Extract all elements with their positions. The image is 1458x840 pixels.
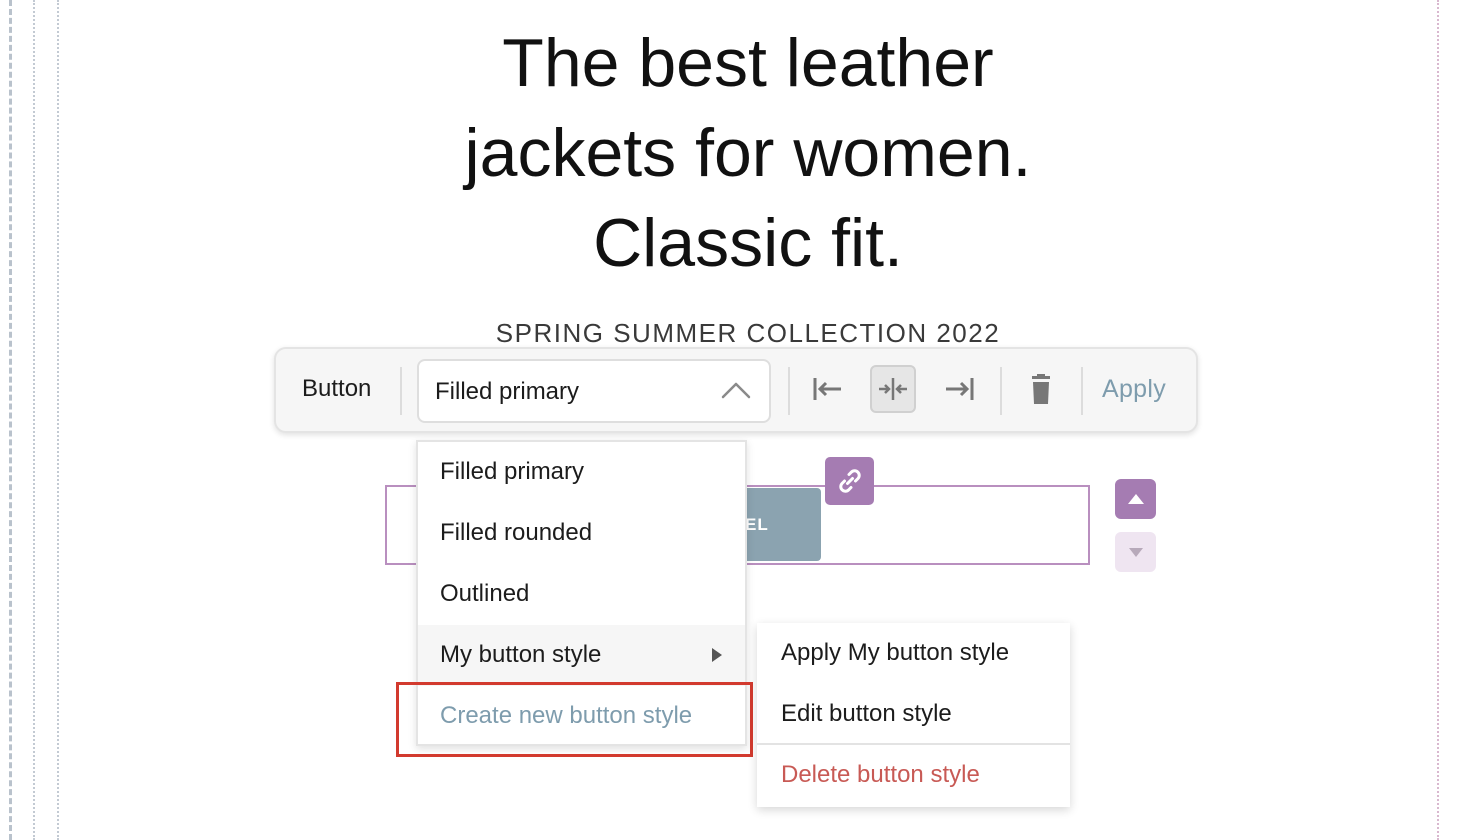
layout-guide-left-inner: [57, 0, 59, 840]
toolbar-element-label: Button: [302, 375, 372, 402]
toolbar-divider: [400, 367, 402, 415]
headline-line-1: The best leather: [502, 25, 994, 101]
button-style-select-value: Filled primary: [435, 378, 580, 405]
menu-item-outlined[interactable]: Outlined: [418, 564, 745, 625]
triangle-up-icon: [1127, 494, 1144, 504]
my-button-style-submenu: Apply My button style Edit button style …: [757, 623, 1070, 807]
align-center-icon: [879, 378, 907, 400]
menu-item-label: Outlined: [440, 580, 530, 607]
submenu-item-edit[interactable]: Edit button style: [757, 684, 1070, 745]
headline-line-2: jackets for women.: [464, 115, 1032, 191]
move-down-button[interactable]: [1115, 532, 1156, 572]
triangle-down-icon: [1128, 547, 1143, 557]
submenu-arrow-icon: [712, 648, 722, 662]
align-center-button[interactable]: [870, 365, 916, 413]
layout-guide-left-middle: [33, 0, 35, 840]
align-left-button[interactable]: [805, 365, 851, 413]
align-right-button[interactable]: [936, 365, 982, 413]
collection-subhead: SPRING SUMMER COLLECTION 2022: [495, 318, 1001, 348]
apply-button[interactable]: Apply: [1102, 375, 1166, 404]
submenu-item-label: Edit button style: [781, 700, 952, 727]
align-left-icon: [813, 378, 841, 400]
link-button[interactable]: [825, 457, 874, 505]
trash-icon: [1032, 374, 1050, 404]
hero-headline: The best leather jackets for women. Clas…: [300, 18, 1196, 288]
layout-guide-left-outer: [9, 0, 12, 840]
toolbar-divider: [1081, 367, 1083, 415]
align-right-icon: [946, 378, 974, 400]
submenu-item-label: Apply My button style: [781, 639, 1010, 666]
link-icon: [838, 469, 861, 493]
toolbar-divider: [1000, 367, 1002, 415]
headline-line-3: Classic fit.: [593, 205, 903, 281]
button-toolbar: Button Filled primary Apply: [274, 347, 1198, 433]
submenu-item-label: Delete button style: [781, 761, 980, 788]
button-style-select[interactable]: Filled primary: [417, 359, 771, 423]
menu-item-label: Filled primary: [440, 458, 585, 485]
submenu-item-apply[interactable]: Apply My button style: [757, 623, 1070, 684]
move-up-button[interactable]: [1115, 479, 1156, 519]
delete-button[interactable]: [1018, 365, 1064, 413]
menu-item-label: My button style: [440, 641, 602, 668]
menu-item-label: Filled rounded: [440, 519, 593, 546]
annotation-highlight-box: [396, 682, 753, 757]
submenu-item-delete[interactable]: Delete button style: [757, 745, 1070, 806]
chevron-up-icon: [721, 382, 751, 399]
menu-item-filled-primary[interactable]: Filled primary: [418, 442, 745, 503]
menu-item-filled-rounded[interactable]: Filled rounded: [418, 503, 745, 564]
page-button-text: EL: [745, 515, 769, 534]
toolbar-divider: [788, 367, 790, 415]
layout-guide-right: [1437, 0, 1439, 840]
menu-item-my-button-style[interactable]: My button style: [418, 625, 745, 686]
